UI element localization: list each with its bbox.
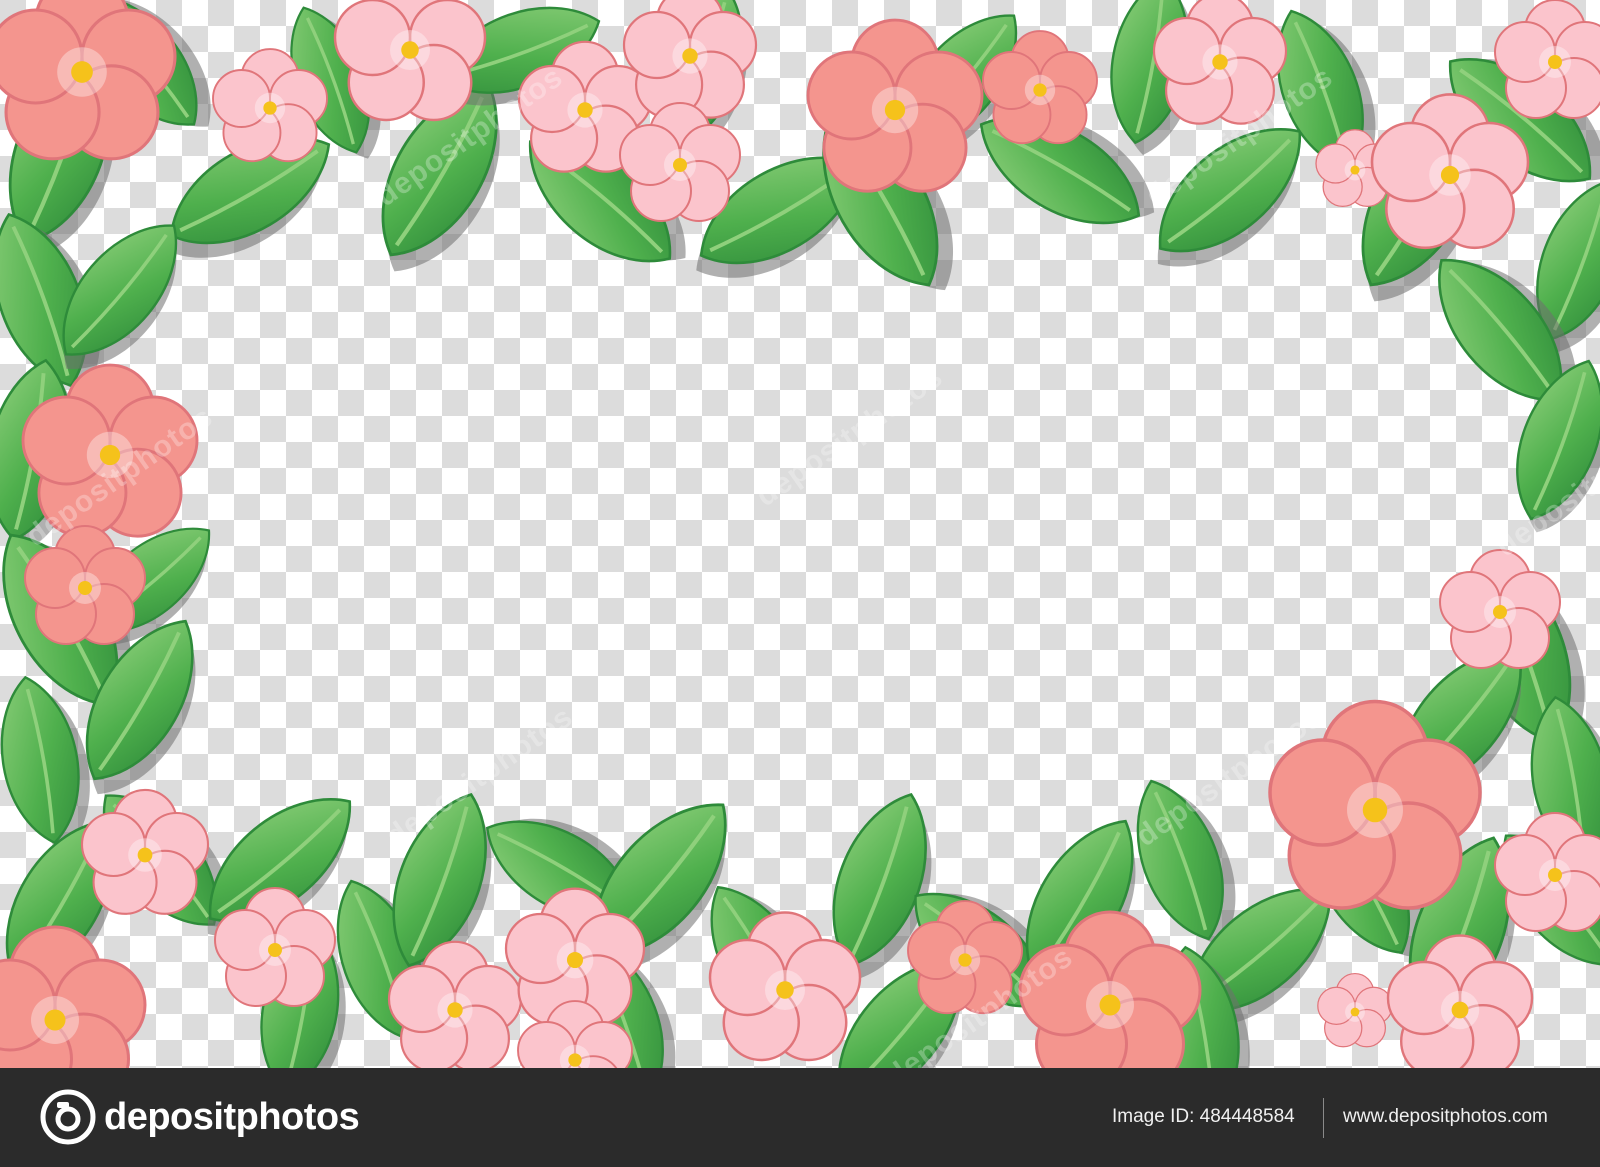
- floral-frame-illustration: [0, 0, 1600, 1068]
- camera-icon: [40, 1089, 96, 1145]
- pink-flower: [333, 0, 487, 122]
- site-url-link[interactable]: www.depositphotos.com: [1343, 1106, 1548, 1128]
- image-id-text: Image ID: 484448584: [1112, 1106, 1295, 1127]
- coral-flower: [0, 0, 177, 161]
- stock-image-frame: depositphotos depositphotos depositphotos d…: [0, 0, 1600, 1167]
- brand-logo[interactable]: depositphotos: [40, 1088, 360, 1146]
- brand-name: depositphotos: [104, 1095, 360, 1138]
- footer-divider: [1323, 1098, 1324, 1138]
- stock-footer-bar: depositphotos Image ID: 484448584 www.de…: [0, 1068, 1600, 1167]
- pink-flower: [622, 0, 758, 119]
